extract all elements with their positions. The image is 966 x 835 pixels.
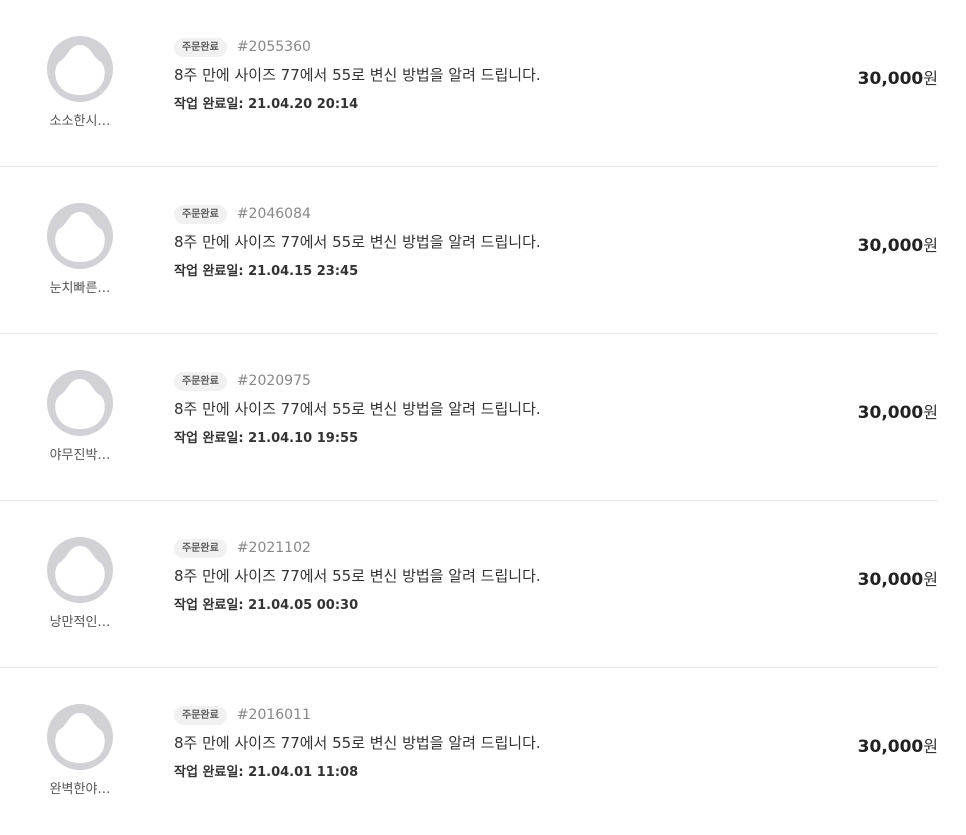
order-price: 30,000원: [858, 733, 938, 757]
order-info: 주문완료 #2016011 8주 만에 사이즈 77에서 55로 변신 방법을 …: [174, 704, 738, 780]
completed-date: 작업 완료일: 21.04.20 20:14: [174, 93, 738, 112]
default-avatar-icon[interactable]: [47, 704, 113, 770]
completed-date: 작업 완료일: 21.04.05 00:30: [174, 594, 738, 613]
order-info: 주문완료 #2020975 8주 만에 사이즈 77에서 55로 변신 방법을 …: [174, 370, 738, 446]
completed-label: 작업 완료일:: [174, 264, 244, 279]
order-meta: 주문완료 #2021102: [174, 537, 738, 559]
completed-at: 21.04.10 19:55: [248, 431, 359, 446]
buyer-name: 낭만적인…: [49, 615, 111, 630]
price-currency: 원: [923, 403, 938, 422]
order-row[interactable]: 완벽한야… 주문완료 #2016011 8주 만에 사이즈 77에서 55로 변…: [0, 668, 938, 835]
buyer-name: 야무진박…: [49, 448, 111, 463]
order-price: 30,000원: [858, 399, 938, 423]
price-currency: 원: [923, 69, 938, 88]
order-price: 30,000원: [858, 566, 938, 590]
order-meta: 주문완료 #2016011: [174, 704, 738, 726]
status-badge: 주문완료: [174, 204, 227, 224]
default-avatar-icon[interactable]: [47, 36, 113, 102]
price-amount: 30,000: [857, 403, 924, 423]
buyer: 완벽한야…: [40, 704, 120, 797]
price-amount: 30,000: [857, 737, 924, 757]
order-list: 소소한시… 주문완료 #2055360 8주 만에 사이즈 77에서 55로 변…: [0, 0, 938, 835]
order-number: #2021102: [236, 540, 311, 556]
order-row[interactable]: 소소한시… 주문완료 #2055360 8주 만에 사이즈 77에서 55로 변…: [0, 0, 938, 167]
order-title-link[interactable]: 8주 만에 사이즈 77에서 55로 변신 방법을 알려 드립니다.: [174, 732, 738, 753]
price-currency: 원: [923, 236, 938, 255]
completed-at: 21.04.01 11:08: [248, 765, 359, 780]
order-info: 주문완료 #2021102 8주 만에 사이즈 77에서 55로 변신 방법을 …: [174, 537, 738, 613]
price-currency: 원: [923, 737, 938, 756]
default-avatar-icon[interactable]: [47, 370, 113, 436]
buyer: 소소한시…: [40, 36, 120, 129]
status-badge: 주문완료: [174, 37, 227, 57]
price-amount: 30,000: [857, 69, 924, 89]
order-meta: 주문완료 #2055360: [174, 36, 738, 58]
order-number: #2016011: [236, 707, 311, 723]
completed-at: 21.04.15 23:45: [248, 264, 359, 279]
buyer-name: 완벽한야…: [49, 782, 111, 797]
order-title-link[interactable]: 8주 만에 사이즈 77에서 55로 변신 방법을 알려 드립니다.: [174, 398, 738, 419]
order-info: 주문완료 #2046084 8주 만에 사이즈 77에서 55로 변신 방법을 …: [174, 203, 738, 279]
completed-at: 21.04.20 20:14: [248, 97, 359, 112]
buyer: 야무진박…: [40, 370, 120, 463]
order-number: #2020975: [236, 373, 311, 389]
order-row[interactable]: 야무진박… 주문완료 #2020975 8주 만에 사이즈 77에서 55로 변…: [0, 334, 938, 501]
status-badge: 주문완료: [174, 371, 227, 391]
completed-label: 작업 완료일:: [174, 598, 244, 613]
order-number: #2046084: [236, 206, 311, 222]
order-info: 주문완료 #2055360 8주 만에 사이즈 77에서 55로 변신 방법을 …: [174, 36, 738, 112]
order-title-link[interactable]: 8주 만에 사이즈 77에서 55로 변신 방법을 알려 드립니다.: [174, 565, 738, 586]
completed-date: 작업 완료일: 21.04.15 23:45: [174, 260, 738, 279]
status-badge: 주문완료: [174, 538, 227, 558]
order-title-link[interactable]: 8주 만에 사이즈 77에서 55로 변신 방법을 알려 드립니다.: [174, 231, 738, 252]
default-avatar-icon[interactable]: [47, 203, 113, 269]
completed-date: 작업 완료일: 21.04.01 11:08: [174, 761, 738, 780]
completed-date: 작업 완료일: 21.04.10 19:55: [174, 427, 738, 446]
price-amount: 30,000: [857, 236, 924, 256]
price-amount: 30,000: [857, 570, 924, 590]
completed-label: 작업 완료일:: [174, 765, 244, 780]
buyer: 눈치빠른…: [40, 203, 120, 296]
completed-label: 작업 완료일:: [174, 431, 244, 446]
completed-label: 작업 완료일:: [174, 97, 244, 112]
order-meta: 주문완료 #2046084: [174, 203, 738, 225]
price-currency: 원: [923, 570, 938, 589]
default-avatar-icon[interactable]: [47, 537, 113, 603]
order-number: #2055360: [236, 39, 311, 55]
buyer-name: 소소한시…: [49, 114, 111, 129]
order-row[interactable]: 낭만적인… 주문완료 #2021102 8주 만에 사이즈 77에서 55로 변…: [0, 501, 938, 668]
order-row[interactable]: 눈치빠른… 주문완료 #2046084 8주 만에 사이즈 77에서 55로 변…: [0, 167, 938, 334]
order-meta: 주문완료 #2020975: [174, 370, 738, 392]
buyer: 낭만적인…: [40, 537, 120, 630]
order-price: 30,000원: [858, 65, 938, 89]
completed-at: 21.04.05 00:30: [248, 598, 359, 613]
order-price: 30,000원: [858, 232, 938, 256]
buyer-name: 눈치빠른…: [49, 281, 111, 296]
status-badge: 주문완료: [174, 705, 227, 725]
order-title-link[interactable]: 8주 만에 사이즈 77에서 55로 변신 방법을 알려 드립니다.: [174, 64, 738, 85]
